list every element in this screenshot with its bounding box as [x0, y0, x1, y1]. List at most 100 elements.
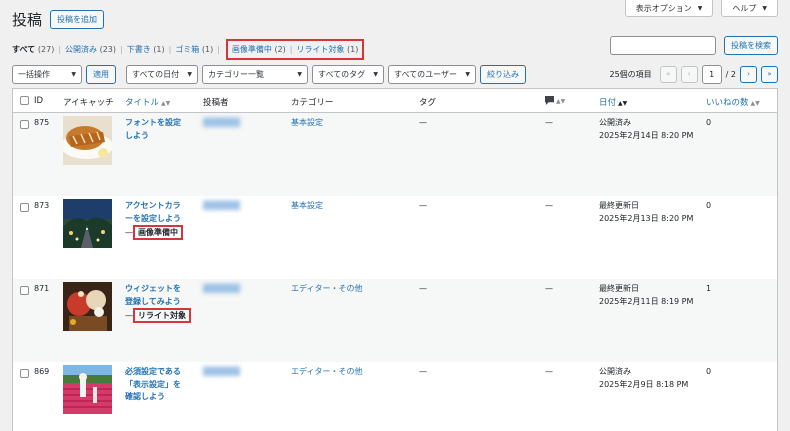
author-name[interactable]: ██████ — [203, 283, 240, 296]
tag-filter-select[interactable]: すべてのタグ ▼ — [312, 64, 384, 84]
user-filter-select[interactable]: すべてのユーザー ▼ — [388, 64, 476, 84]
col-author: 投稿者 — [203, 98, 229, 108]
total-pages: / 2 — [725, 69, 736, 79]
post-state: — 画像準備中 — [125, 225, 183, 240]
likes-value: 0 — [706, 201, 712, 210]
state-dash: — — [125, 311, 133, 320]
col-date[interactable]: 日付 ▲▼ — [599, 96, 627, 108]
pagination: 25個の項目 « ‹ 1 / 2 › » — [609, 64, 778, 84]
table-row: 869 必須設定である 「表示設定」を 確認しよう ██████ エディター・その他… — [13, 362, 777, 431]
date-value: 公開済み 2025年2月14日 8:20 PM — [599, 118, 694, 140]
comments-value: — — [545, 201, 553, 210]
filter-button[interactable]: 絞り込み — [480, 64, 526, 84]
caret-down-icon: ▼ — [697, 4, 703, 12]
chevron-down-icon: ▼ — [187, 70, 192, 78]
chevron-down-icon: ▼ — [71, 70, 76, 78]
thumbnail-image — [63, 199, 112, 248]
post-id: 871 — [34, 284, 50, 293]
date-value: 公開済み 2025年2月9日 8:18 PM — [599, 367, 689, 389]
search-posts-button[interactable]: 投稿を検索 — [724, 36, 778, 55]
title-row: 投稿 投稿を追加 — [12, 9, 105, 30]
table-header: ID アイキャッチ タイトル ▲▼ 投稿者 カテゴリー タグ ▲▼ 日付 ▲▼ いい… — [13, 89, 777, 113]
sort-desc-icon: ▲▼ — [618, 100, 628, 107]
col-id: ID — [34, 96, 44, 106]
apply-button[interactable]: 適用 — [86, 64, 116, 84]
date-filter-select[interactable]: すべての日付 ▼ — [126, 64, 198, 84]
chevron-down-icon: ▼ — [465, 70, 470, 78]
table-row: 873 アクセントカラ ーを設定しよう — 画像準備中 ██████ 基本設定 — … — [13, 196, 777, 279]
tablenav-top: 一括操作 ▼ 適用 すべての日付 ▼ カテゴリー一覧 ▼ すべてのタグ ▼ すべてのユー… — [12, 64, 778, 84]
post-id: 875 — [34, 118, 50, 127]
chevron-down-icon: ▼ — [297, 70, 302, 78]
state-dash: — — [125, 228, 133, 237]
author-name[interactable]: ██████ — [203, 366, 240, 379]
tags-value: — — [419, 201, 427, 210]
tags-value: — — [419, 118, 427, 127]
screen-options-label: 表示オプション — [635, 3, 692, 13]
help-label: ヘルプ — [732, 3, 757, 13]
col-tags: タグ — [419, 98, 437, 108]
first-page-button[interactable]: « — [659, 65, 677, 83]
col-comments[interactable]: ▲▼ — [545, 96, 565, 106]
row-checkbox[interactable] — [20, 120, 29, 129]
next-page-button[interactable]: › — [740, 65, 757, 83]
col-categories: カテゴリー — [291, 98, 334, 108]
category-link[interactable]: 基本設定 — [291, 200, 323, 213]
table-row: 871 ウィジェットを 登録してみよう — リライト対象 ██████ エディター・… — [13, 279, 777, 362]
category-link[interactable]: 基本設定 — [291, 117, 323, 130]
page-title: 投稿 — [12, 11, 43, 29]
likes-value: 0 — [706, 367, 712, 376]
post-title-link[interactable]: 必須設定である 「表示設定」を 確認しよう — [125, 366, 191, 404]
state-label-rewrite: リライト対象 — [133, 308, 191, 323]
bulk-action-select[interactable]: 一括操作 ▼ — [12, 64, 82, 84]
date-value: 最終更新日 2025年2月11日 8:19 PM — [599, 284, 694, 306]
prev-page-button[interactable]: ‹ — [680, 65, 698, 83]
comment-bubble-icon — [545, 96, 554, 105]
screen-meta-links: 表示オプション ▼ ヘルプ ▼ — [624, 0, 778, 17]
comments-value: — — [545, 118, 553, 127]
row-checkbox[interactable] — [20, 203, 29, 212]
screen-options-button[interactable]: 表示オプション ▼ — [624, 0, 714, 17]
row-checkbox[interactable] — [20, 286, 29, 295]
post-title-link[interactable]: ウィジェットを 登録してみよう — [125, 283, 191, 308]
sort-icon: ▲▼ — [161, 100, 171, 107]
search-box: 投稿を検索 — [610, 36, 778, 55]
post-title-link[interactable]: フォントを設定 しよう — [125, 117, 191, 142]
row-checkbox[interactable] — [20, 369, 29, 378]
author-name[interactable]: ██████ — [203, 200, 240, 213]
filter-published[interactable]: 公開済み (23) — [65, 44, 116, 55]
tags-value: — — [419, 284, 427, 293]
col-title[interactable]: タイトル ▲▼ — [125, 96, 170, 108]
col-likes[interactable]: いいねの数 ▲▼ — [706, 96, 760, 108]
help-button[interactable]: ヘルプ ▼ — [721, 0, 778, 17]
current-page-input[interactable]: 1 — [701, 64, 722, 84]
col-thumbnail: アイキャッチ — [63, 98, 114, 108]
author-name[interactable]: ██████ — [203, 117, 240, 130]
items-count: 25個の項目 — [609, 69, 652, 79]
status-filters: すべて (27) | 公開済み (23) | 下書き (1) | ゴミ箱 (1)… — [12, 39, 365, 60]
filter-trash[interactable]: ゴミ箱 (1) — [175, 44, 213, 55]
add-post-button[interactable]: 投稿を追加 — [50, 10, 105, 29]
search-input[interactable] — [610, 36, 716, 55]
comments-value: — — [545, 367, 553, 376]
last-page-button[interactable]: » — [761, 65, 778, 83]
filter-all[interactable]: すべて (27) — [12, 44, 54, 55]
filter-draft[interactable]: 下書き (1) — [127, 44, 165, 55]
category-filter-select[interactable]: カテゴリー一覧 ▼ — [202, 64, 308, 84]
posts-table: ID アイキャッチ タイトル ▲▼ 投稿者 カテゴリー タグ ▲▼ 日付 ▲▼ いい… — [12, 88, 778, 431]
likes-value: 1 — [706, 284, 712, 293]
category-link[interactable]: エディター・その他 — [291, 283, 362, 296]
filter-rewrite[interactable]: リライト対象 (1) — [297, 44, 359, 55]
post-title-link[interactable]: アクセントカラ ーを設定しよう — [125, 200, 191, 225]
category-link[interactable]: エディター・その他 — [291, 366, 362, 379]
chevron-down-icon: ▼ — [373, 70, 378, 78]
post-id: 873 — [34, 201, 50, 210]
select-all-checkbox[interactable] — [20, 96, 29, 105]
likes-value: 0 — [706, 118, 712, 127]
thumbnail-image — [63, 282, 112, 331]
caret-down-icon: ▼ — [762, 4, 767, 12]
filter-image-preparing[interactable]: 画像準備中 (2) — [232, 44, 286, 55]
sort-icon: ▲▼ — [750, 100, 760, 107]
highlight-box: 画像準備中 (2) | リライト対象 (1) — [225, 39, 365, 60]
comments-value: — — [545, 284, 553, 293]
